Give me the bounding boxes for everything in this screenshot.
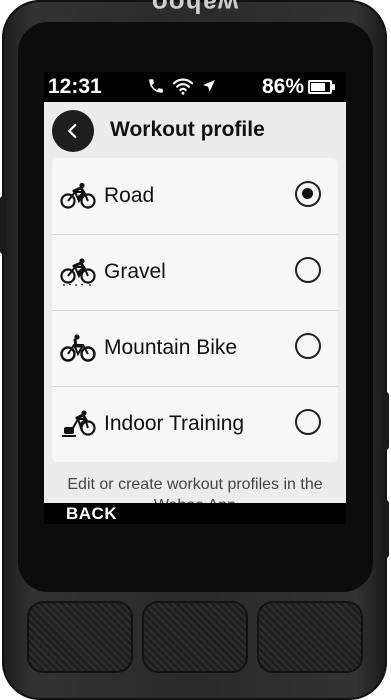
road-bike-icon xyxy=(60,182,96,209)
battery-icon xyxy=(308,80,336,94)
status-bar: 12:31 86% xyxy=(44,72,346,102)
back-button[interactable] xyxy=(52,110,94,152)
screen: 12:31 86% Workout profile Road Gravel Mo… xyxy=(44,72,346,524)
right-side-button-bottom[interactable] xyxy=(383,500,389,558)
radio-mountain-bike[interactable] xyxy=(295,333,321,359)
back-softkey-label: BACK xyxy=(66,504,118,523)
page-title: Workout profile xyxy=(110,118,265,141)
profile-label: Road xyxy=(104,184,155,207)
profile-label: Mountain Bike xyxy=(104,336,238,359)
radio-road[interactable] xyxy=(295,181,321,207)
center-hardware-button[interactable] xyxy=(142,601,248,673)
profile-row-road[interactable]: Road xyxy=(52,158,338,234)
gravel-bike-icon xyxy=(60,258,96,286)
radio-indoor-training[interactable] xyxy=(295,409,321,435)
radio-gravel[interactable] xyxy=(295,257,321,283)
profile-list: Road Gravel Mountain Bike Indoor Trainin… xyxy=(52,158,338,462)
screen-header: Workout profile xyxy=(44,102,346,156)
profile-row-gravel[interactable]: Gravel xyxy=(52,234,338,310)
profile-row-mountain-bike[interactable]: Mountain Bike xyxy=(52,310,338,386)
softkey-bar: BACK xyxy=(44,503,346,524)
profile-row-indoor-training[interactable]: Indoor Training xyxy=(52,386,338,462)
battery-percent: 86% xyxy=(262,75,305,98)
mountain-bike-icon xyxy=(60,334,96,362)
location-arrow-icon xyxy=(203,80,215,92)
wifi-icon xyxy=(172,78,194,95)
phone-icon xyxy=(149,79,163,93)
right-hardware-button[interactable] xyxy=(257,601,363,673)
profile-label: Gravel xyxy=(104,260,166,283)
brand-logo: wahoo xyxy=(150,0,239,19)
battery-level xyxy=(311,83,326,91)
left-hardware-button[interactable] xyxy=(27,601,133,673)
indoor-trainer-icon xyxy=(62,410,96,437)
chevron-left-icon xyxy=(68,123,77,139)
clock: 12:31 xyxy=(48,75,102,98)
right-side-button-top[interactable] xyxy=(383,392,389,450)
profile-label: Indoor Training xyxy=(104,412,245,435)
left-side-button[interactable] xyxy=(0,196,6,254)
